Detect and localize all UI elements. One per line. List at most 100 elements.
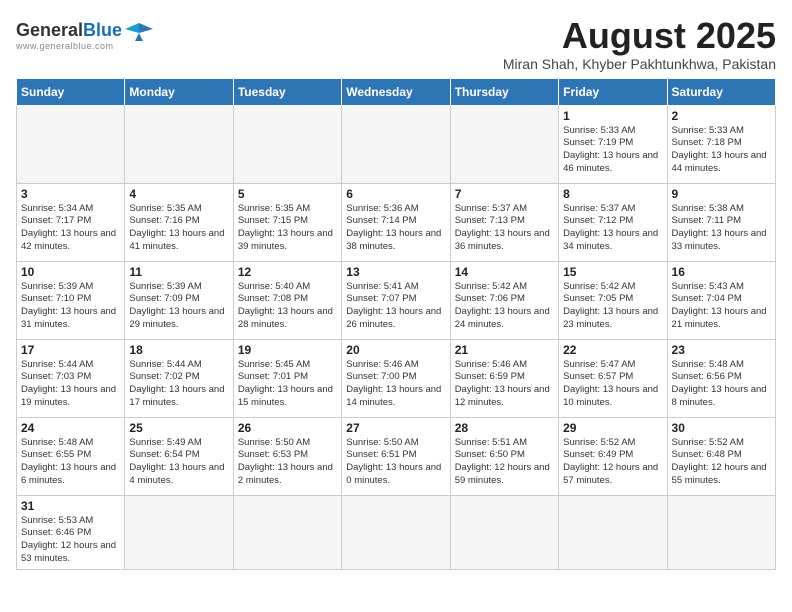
day-info: Sunrise: 5:48 AM Sunset: 6:56 PM Dayligh…: [672, 359, 771, 410]
calendar-day-cell: 22 Sunrise: 5:47 AM Sunset: 6:57 PM Dayli…: [559, 339, 667, 417]
day-number: 9: [672, 187, 771, 201]
calendar-day-cell: 15Sunrise: 5:42 AM Sunset: 7:05 PM Dayli…: [559, 261, 667, 339]
day-info: Sunrise: 5:39 AM Sunset: 7:09 PM Dayligh…: [129, 281, 228, 332]
day-number: 23: [672, 343, 771, 357]
page-header: GeneralBlue www.generalblue.com August 2…: [16, 16, 776, 72]
calendar-header-row: SundayMondayTuesdayWednesdayThursdayFrid…: [17, 78, 776, 105]
calendar-day-cell: [125, 495, 233, 569]
calendar-day-cell: 16Sunrise: 5:43 AM Sunset: 7:04 PM Dayli…: [667, 261, 775, 339]
calendar-day-cell: [233, 105, 341, 183]
day-info: Sunrise: 5:50 AM Sunset: 6:51 PM Dayligh…: [346, 437, 445, 488]
calendar-day-cell: [450, 495, 558, 569]
calendar-day-cell: [667, 495, 775, 569]
weekday-header: Saturday: [667, 78, 775, 105]
day-number: 4: [129, 187, 228, 201]
day-info: Sunrise: 5:35 AM Sunset: 7:15 PM Dayligh…: [238, 203, 337, 254]
day-number: 17: [21, 343, 120, 357]
calendar-day-cell: 25 Sunrise: 5:49 AM Sunset: 6:54 PM Dayli…: [125, 417, 233, 495]
calendar-day-cell: [17, 105, 125, 183]
calendar-day-cell: 26 Sunrise: 5:50 AM Sunset: 6:53 PM Dayli…: [233, 417, 341, 495]
day-number: 12: [238, 265, 337, 279]
day-number: 5: [238, 187, 337, 201]
day-number: 24: [21, 421, 120, 435]
calendar-day-cell: 7Sunrise: 5:37 AM Sunset: 7:13 PM Daylig…: [450, 183, 558, 261]
day-number: 10: [21, 265, 120, 279]
calendar-day-cell: [125, 105, 233, 183]
day-number: 26: [238, 421, 337, 435]
calendar-week-row: 10Sunrise: 5:39 AM Sunset: 7:10 PM Dayli…: [17, 261, 776, 339]
calendar-day-cell: 27 Sunrise: 5:50 AM Sunset: 6:51 PM Dayli…: [342, 417, 450, 495]
calendar-day-cell: [450, 105, 558, 183]
day-info: Sunrise: 5:44 AM Sunset: 7:02 PM Dayligh…: [129, 359, 228, 410]
day-info: Sunrise: 5:37 AM Sunset: 7:13 PM Dayligh…: [455, 203, 554, 254]
calendar-day-cell: 8Sunrise: 5:37 AM Sunset: 7:12 PM Daylig…: [559, 183, 667, 261]
day-info: Sunrise: 5:51 AM Sunset: 6:50 PM Dayligh…: [455, 437, 554, 488]
calendar-day-cell: 29Sunrise: 5:52 AM Sunset: 6:49 PM Dayli…: [559, 417, 667, 495]
calendar-day-cell: 5 Sunrise: 5:35 AM Sunset: 7:15 PM Daylig…: [233, 183, 341, 261]
day-info: Sunrise: 5:53 AM Sunset: 6:46 PM Dayligh…: [21, 515, 120, 566]
day-info: Sunrise: 5:42 AM Sunset: 7:06 PM Dayligh…: [455, 281, 554, 332]
day-info: Sunrise: 5:33 AM Sunset: 7:19 PM Dayligh…: [563, 125, 662, 176]
day-number: 25: [129, 421, 228, 435]
day-number: 18: [129, 343, 228, 357]
calendar-day-cell: 13Sunrise: 5:41 AM Sunset: 7:07 PM Dayli…: [342, 261, 450, 339]
day-number: 20: [346, 343, 445, 357]
weekday-header: Monday: [125, 78, 233, 105]
calendar-day-cell: 9Sunrise: 5:38 AM Sunset: 7:11 PM Daylig…: [667, 183, 775, 261]
day-info: Sunrise: 5:43 AM Sunset: 7:04 PM Dayligh…: [672, 281, 771, 332]
day-info: Sunrise: 5:45 AM Sunset: 7:01 PM Dayligh…: [238, 359, 337, 410]
calendar-day-cell: 20 Sunrise: 5:46 AM Sunset: 7:00 PM Dayli…: [342, 339, 450, 417]
day-info: Sunrise: 5:37 AM Sunset: 7:12 PM Dayligh…: [563, 203, 662, 254]
day-info: Sunrise: 5:44 AM Sunset: 7:03 PM Dayligh…: [21, 359, 120, 410]
calendar-week-row: 31Sunrise: 5:53 AM Sunset: 6:46 PM Dayli…: [17, 495, 776, 569]
logo: GeneralBlue www.generalblue.com: [16, 16, 153, 51]
day-number: 14: [455, 265, 554, 279]
day-number: 11: [129, 265, 228, 279]
page-subtitle: Miran Shah, Khyber Pakhtunkhwa, Pakistan: [503, 56, 776, 72]
day-number: 22: [563, 343, 662, 357]
calendar-day-cell: 11 Sunrise: 5:39 AM Sunset: 7:09 PM Dayli…: [125, 261, 233, 339]
calendar-day-cell: 14 Sunrise: 5:42 AM Sunset: 7:06 PM Dayli…: [450, 261, 558, 339]
calendar-day-cell: 10Sunrise: 5:39 AM Sunset: 7:10 PM Dayli…: [17, 261, 125, 339]
logo-text: GeneralBlue: [16, 20, 153, 41]
day-number: 28: [455, 421, 554, 435]
day-number: 1: [563, 109, 662, 123]
calendar-day-cell: [342, 495, 450, 569]
calendar-week-row: 24 Sunrise: 5:48 AM Sunset: 6:55 PM Dayli…: [17, 417, 776, 495]
day-number: 15: [563, 265, 662, 279]
calendar-day-cell: 24 Sunrise: 5:48 AM Sunset: 6:55 PM Dayli…: [17, 417, 125, 495]
calendar-day-cell: 1 Sunrise: 5:33 AM Sunset: 7:19 PM Daylig…: [559, 105, 667, 183]
calendar-week-row: 3 Sunrise: 5:34 AM Sunset: 7:17 PM Daylig…: [17, 183, 776, 261]
day-info: Sunrise: 5:46 AM Sunset: 6:59 PM Dayligh…: [455, 359, 554, 410]
day-info: Sunrise: 5:46 AM Sunset: 7:00 PM Dayligh…: [346, 359, 445, 410]
weekday-header: Friday: [559, 78, 667, 105]
calendar-day-cell: 23 Sunrise: 5:48 AM Sunset: 6:56 PM Dayli…: [667, 339, 775, 417]
calendar-day-cell: 30Sunrise: 5:52 AM Sunset: 6:48 PM Dayli…: [667, 417, 775, 495]
calendar-week-row: 1 Sunrise: 5:33 AM Sunset: 7:19 PM Daylig…: [17, 105, 776, 183]
calendar-day-cell: 3 Sunrise: 5:34 AM Sunset: 7:17 PM Daylig…: [17, 183, 125, 261]
day-info: Sunrise: 5:49 AM Sunset: 6:54 PM Dayligh…: [129, 437, 228, 488]
day-number: 13: [346, 265, 445, 279]
logo-subtext: www.generalblue.com: [16, 41, 114, 51]
calendar-day-cell: [233, 495, 341, 569]
day-info: Sunrise: 5:50 AM Sunset: 6:53 PM Dayligh…: [238, 437, 337, 488]
day-info: Sunrise: 5:47 AM Sunset: 6:57 PM Dayligh…: [563, 359, 662, 410]
calendar-day-cell: 6Sunrise: 5:36 AM Sunset: 7:14 PM Daylig…: [342, 183, 450, 261]
logo-bird-icon: [125, 21, 153, 41]
calendar-day-cell: 21Sunrise: 5:46 AM Sunset: 6:59 PM Dayli…: [450, 339, 558, 417]
calendar-day-cell: 12Sunrise: 5:40 AM Sunset: 7:08 PM Dayli…: [233, 261, 341, 339]
calendar-day-cell: 18 Sunrise: 5:44 AM Sunset: 7:02 PM Dayli…: [125, 339, 233, 417]
calendar-day-cell: 28 Sunrise: 5:51 AM Sunset: 6:50 PM Dayli…: [450, 417, 558, 495]
day-info: Sunrise: 5:36 AM Sunset: 7:14 PM Dayligh…: [346, 203, 445, 254]
day-number: 27: [346, 421, 445, 435]
day-info: Sunrise: 5:35 AM Sunset: 7:16 PM Dayligh…: [129, 203, 228, 254]
day-info: Sunrise: 5:48 AM Sunset: 6:55 PM Dayligh…: [21, 437, 120, 488]
weekday-header: Sunday: [17, 78, 125, 105]
day-info: Sunrise: 5:34 AM Sunset: 7:17 PM Dayligh…: [21, 203, 120, 254]
day-number: 3: [21, 187, 120, 201]
logo-general: General: [16, 20, 83, 41]
weekday-header: Thursday: [450, 78, 558, 105]
calendar-day-cell: [559, 495, 667, 569]
page-title: August 2025: [503, 16, 776, 56]
calendar-day-cell: 17 Sunrise: 5:44 AM Sunset: 7:03 PM Dayli…: [17, 339, 125, 417]
